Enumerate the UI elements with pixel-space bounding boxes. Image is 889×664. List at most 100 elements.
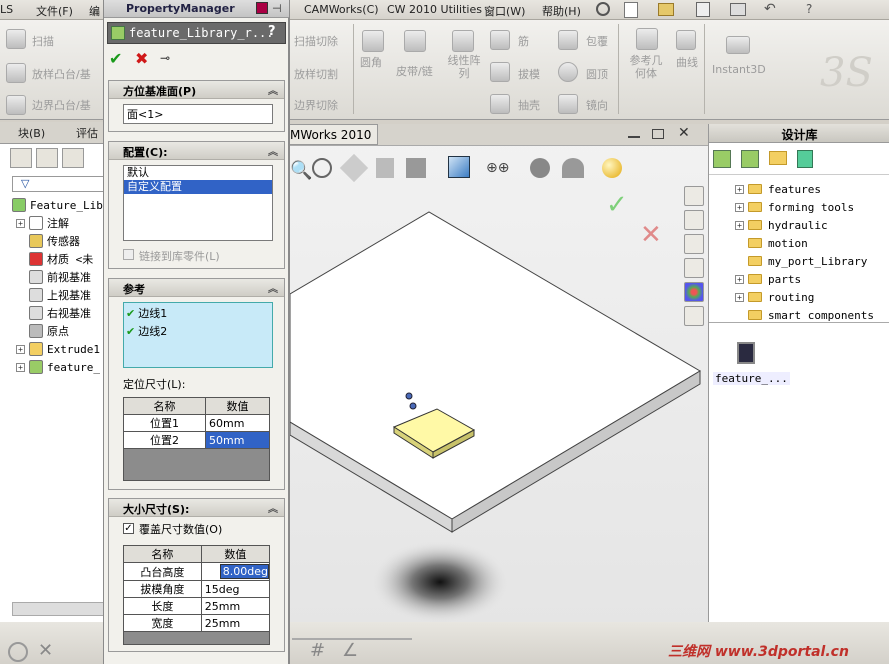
ribbon-draft[interactable]: 拔模 <box>518 66 540 82</box>
tree-item[interactable]: 材质 <未 <box>16 250 93 268</box>
cancel-button[interactable]: ✖ <box>135 49 148 68</box>
panel-pin-icon[interactable]: ⊣ <box>272 2 282 15</box>
ribbon-instant3d[interactable]: Instant3D <box>712 63 766 76</box>
ribbon-loft-boss[interactable]: 放样凸台/基 <box>32 66 91 82</box>
ribbon-rib[interactable]: 筋 <box>518 33 529 49</box>
pin-icon[interactable] <box>596 2 610 16</box>
configuration-option-custom[interactable]: 自定义配置 <box>124 180 272 194</box>
file-explorer-icon[interactable] <box>684 234 704 254</box>
dimension-value-cell[interactable]: 15deg <box>200 580 271 598</box>
ok-button[interactable]: ✔ <box>109 49 122 68</box>
home-icon[interactable] <box>684 186 704 206</box>
dimension-value-cell[interactable]: 25mm <box>200 614 271 632</box>
zoom-area-icon[interactable] <box>312 158 332 178</box>
library-folder[interactable]: +my_port_Library <box>735 252 867 270</box>
expand-toggle-icon[interactable]: + <box>735 274 744 284</box>
tree-item[interactable]: 传感器 <box>16 232 80 250</box>
dimension-value-input[interactable]: 8.00deg <box>219 564 269 579</box>
dimension-value-cell[interactable]: 60mm <box>205 414 270 432</box>
graphics-area[interactable]: MWorks 2010 ✕ 🔍 ⊕⊕ ✓ ✕ <box>290 124 708 664</box>
collapse-chevron-icon[interactable]: ︽ <box>268 82 278 97</box>
previous-view-icon[interactable] <box>339 153 369 183</box>
configuration-manager-tab-icon[interactable] <box>62 148 84 168</box>
reference-point-marker[interactable] <box>409 402 417 410</box>
design-library-tab-icon[interactable] <box>684 210 704 230</box>
library-feature-item[interactable]: feature_... <box>713 372 790 385</box>
ribbon-sweep[interactable]: 扫描 <box>32 33 54 49</box>
group-header[interactable]: 大小尺寸(S): ︽ <box>109 499 284 517</box>
library-folder[interactable]: + features <box>735 180 821 198</box>
tree-item[interactable]: 右视基准 <box>16 304 91 322</box>
group-header[interactable]: 方位基准面(P) ︽ <box>109 81 284 99</box>
tab-evaluate[interactable]: 评估 <box>76 125 98 141</box>
menu-window[interactable]: 窗口(W) <box>484 3 525 19</box>
circle-tool-icon[interactable] <box>8 642 28 662</box>
save-icon[interactable] <box>696 2 710 17</box>
print-icon[interactable] <box>730 3 746 16</box>
expand-toggle-icon[interactable]: + <box>735 220 744 230</box>
tab-block[interactable]: 块(B) <box>18 125 45 141</box>
help-button[interactable]: ? <box>268 24 276 39</box>
trim-tool-icon[interactable]: ✕ <box>38 640 53 661</box>
reference-item[interactable]: ✔ 边线1 <box>124 303 272 323</box>
dimension-value-cell[interactable]: 50mm <box>205 431 270 449</box>
configuration-option-default[interactable]: 默认 <box>124 166 272 180</box>
group-header[interactable]: 参考 ︽ <box>109 279 284 297</box>
property-manager-tab-icon[interactable] <box>36 148 58 168</box>
tree-item[interactable]: + 注解 <box>16 214 69 232</box>
reference-list[interactable]: ✔ 边线1 ✔ 边线2 <box>123 302 273 368</box>
minimize-icon[interactable] <box>628 136 640 138</box>
angle-tool-icon[interactable]: ∠ <box>342 640 358 661</box>
library-folder[interactable]: + forming tools <box>735 198 854 216</box>
collapse-chevron-icon[interactable]: ︽ <box>268 280 278 295</box>
tree-item[interactable]: 上视基准 <box>16 286 91 304</box>
tree-item[interactable]: + Extrude1 <box>16 340 100 358</box>
ribbon-boundary-cut[interactable]: 边界切除 <box>294 97 338 113</box>
configuration-list[interactable]: 默认 自定义配置 <box>123 165 273 241</box>
ribbon-lofted-cut[interactable]: 放样切割 <box>294 66 338 82</box>
model-canvas[interactable] <box>290 184 708 664</box>
library-folder[interactable]: + hydraulic <box>735 216 828 234</box>
refresh-icon[interactable] <box>797 150 813 168</box>
menu-edit[interactable]: 编 <box>89 3 100 19</box>
tree-item[interactable]: Feature_Lib <box>12 196 103 214</box>
keep-visible-pin-icon[interactable]: ⊸ <box>160 51 170 65</box>
ribbon-fillet[interactable]: 圆角 <box>360 54 382 70</box>
hide-show-icon[interactable]: ⊕⊕ <box>486 160 509 176</box>
realview-icon[interactable] <box>602 158 622 178</box>
tree-scrollbar[interactable] <box>12 602 104 616</box>
dimension-value-cell[interactable]: 25mm <box>200 597 271 615</box>
filter-box[interactable]: ▽ <box>12 176 104 192</box>
ribbon-dome[interactable]: 圆顶 <box>586 66 608 82</box>
expand-toggle-icon[interactable]: + <box>735 184 744 194</box>
menu-cw-utilities[interactable]: CW 2010 Utilities <box>387 3 482 16</box>
grid-tool-icon[interactable]: # <box>310 640 325 661</box>
tree-item[interactable]: 原点 <box>16 322 69 340</box>
close-icon[interactable]: ✕ <box>678 125 690 141</box>
link-library-checkbox[interactable] <box>123 249 134 260</box>
open-folder-icon[interactable] <box>658 3 674 16</box>
ribbon-swept-cut[interactable]: 扫描切除 <box>294 33 338 49</box>
reference-item[interactable]: ✔ 边线2 <box>124 323 272 339</box>
help-icon[interactable]: ? <box>806 2 812 16</box>
undo-icon[interactable]: ↶ <box>764 1 776 17</box>
collapse-chevron-icon[interactable]: ︽ <box>268 500 278 515</box>
library-feature-thumbnail-icon[interactable] <box>737 342 755 364</box>
restore-icon[interactable] <box>652 129 664 139</box>
appearance-icon[interactable] <box>530 158 550 178</box>
ribbon-curves[interactable]: 曲线 <box>676 54 698 70</box>
feature-manager-tab-icon[interactable] <box>10 148 32 168</box>
view-orientation-icon[interactable] <box>406 158 426 178</box>
expand-toggle-icon[interactable]: + <box>16 362 25 372</box>
add-to-library-icon[interactable] <box>713 150 731 168</box>
menu-help[interactable]: 帮助(H) <box>542 3 581 19</box>
menu-file[interactable]: 文件(F) <box>36 3 73 19</box>
new-doc-icon[interactable] <box>624 2 638 18</box>
ribbon-shell[interactable]: 抽壳 <box>518 97 540 113</box>
tree-item[interactable]: 前视基准 <box>16 268 91 286</box>
view-palette-icon[interactable] <box>684 258 704 278</box>
library-folder[interactable]: + routing <box>735 288 814 306</box>
ribbon-wrap[interactable]: 包覆 <box>586 33 608 49</box>
reference-point-marker[interactable] <box>405 392 413 400</box>
group-header[interactable]: 配置(C): ︽ <box>109 142 284 160</box>
